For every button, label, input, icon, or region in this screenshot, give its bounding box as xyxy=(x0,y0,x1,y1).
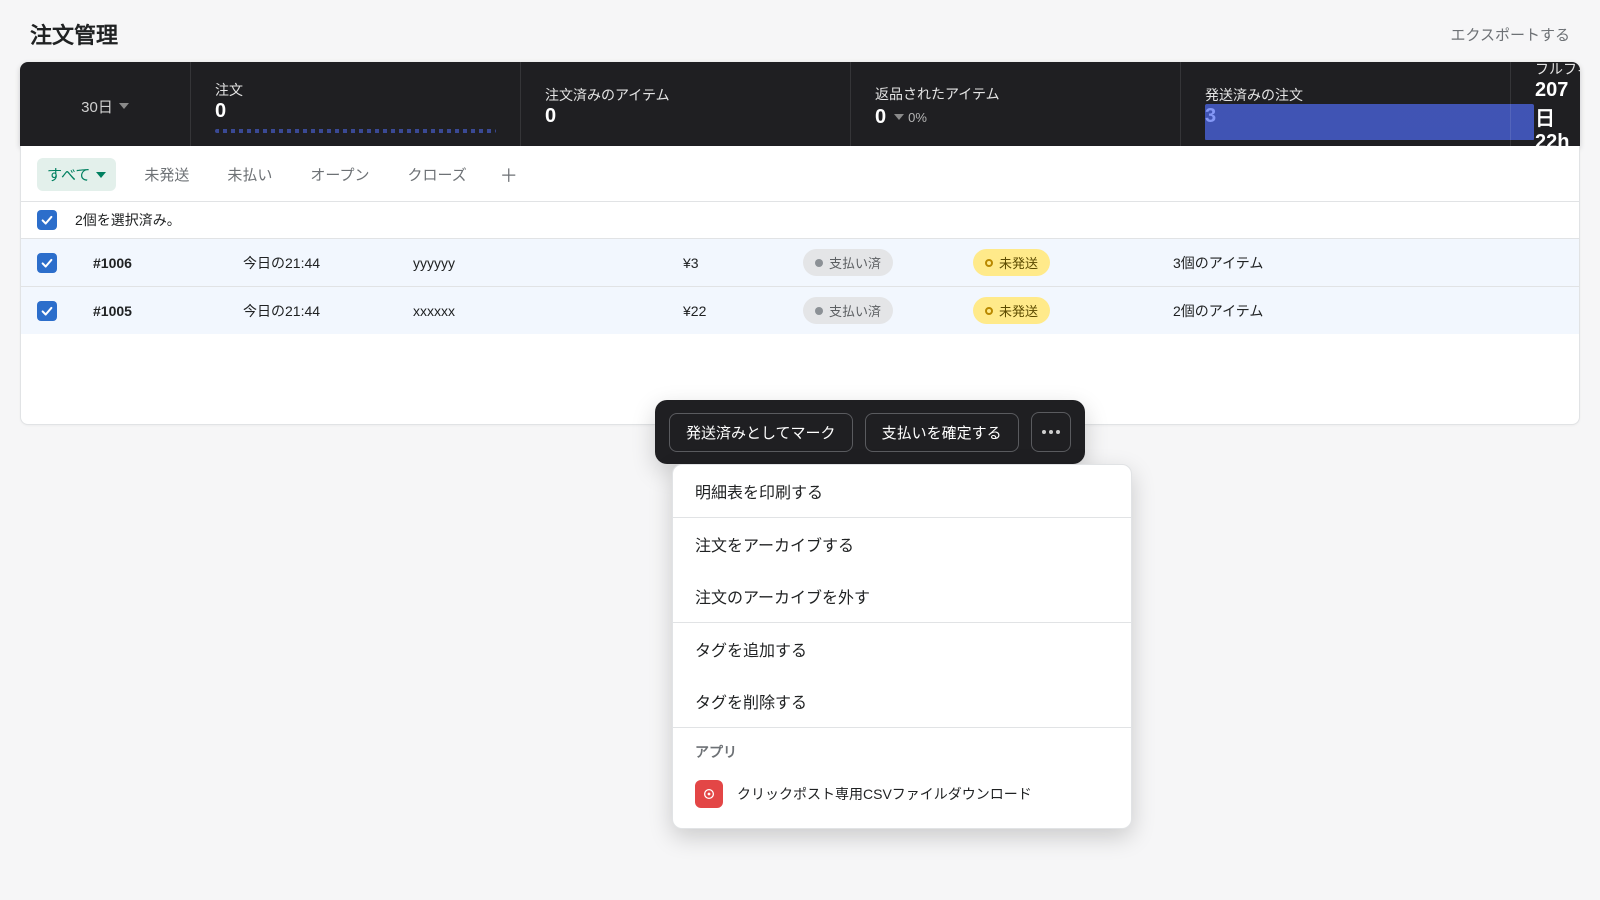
add-view-button[interactable]: ＋ xyxy=(495,161,523,189)
tab-unfulfilled[interactable]: 未発送 xyxy=(134,158,199,191)
badge-label: 支払い済 xyxy=(829,253,881,272)
row-checkbox[interactable] xyxy=(37,301,57,321)
order-items: 3個のアイテム xyxy=(1173,253,1563,273)
select-all-checkbox[interactable] xyxy=(37,210,57,230)
dots-icon xyxy=(1049,430,1053,434)
table-row[interactable]: #1005 今日の21:44 xxxxxx ¥22 支払い済 未発送 2個のアイ… xyxy=(21,286,1579,334)
stat-label: 返品されたアイテム xyxy=(875,84,1156,104)
clickpost-icon xyxy=(702,787,716,801)
menu-unarchive-orders[interactable]: 注文のアーカイブを外す xyxy=(673,570,1131,622)
stat-label: 注文済みのアイテム xyxy=(545,85,826,105)
period-selector[interactable]: 30日 xyxy=(20,62,190,146)
page-title: 注文管理 xyxy=(30,18,118,50)
stat-value: 0 xyxy=(215,100,496,123)
stat-label: 発送済みの注文 xyxy=(1205,85,1486,105)
row-checkbox[interactable] xyxy=(37,253,57,273)
export-button[interactable]: エクスポートする xyxy=(1450,24,1570,45)
mark-fulfilled-button[interactable]: 発送済みとしてマーク xyxy=(669,413,853,452)
tabs-row: すべて 未発送 未払い オープン クローズ ＋ xyxy=(21,146,1579,201)
menu-print-slips[interactable]: 明細表を印刷する xyxy=(673,465,1131,517)
tab-all[interactable]: すべて xyxy=(37,158,116,191)
menu-remove-tags[interactable]: タグを削除する xyxy=(673,675,1131,727)
order-customer: yyyyyy xyxy=(413,255,683,271)
status-ring-icon xyxy=(985,259,993,267)
order-id: #1005 xyxy=(93,303,243,319)
sparkline-bars xyxy=(1205,104,1534,140)
menu-add-tags[interactable]: タグを追加する xyxy=(673,623,1131,675)
fulfillment-status-badge: 未発送 xyxy=(973,297,1050,324)
order-time: 今日の21:44 xyxy=(243,253,413,273)
checkmark-icon xyxy=(40,304,54,318)
more-actions-menu: 明細表を印刷する 注文をアーカイブする 注文のアーカイブを外す タグを追加する … xyxy=(672,464,1132,829)
checkmark-icon xyxy=(40,213,54,227)
menu-archive-orders[interactable]: 注文をアーカイブする xyxy=(673,518,1131,570)
stat-returned-items[interactable]: 返品されたアイテム 0 0% xyxy=(850,62,1180,146)
order-amount: ¥3 xyxy=(683,255,803,271)
status-dot-icon xyxy=(815,307,823,315)
table-row[interactable]: #1006 今日の21:44 yyyyyy ¥3 支払い済 未発送 3個のアイテ… xyxy=(21,238,1579,286)
dots-icon xyxy=(1042,430,1046,434)
stat-pct: 0% xyxy=(908,110,927,125)
stat-label: フルフィルメント xyxy=(1535,62,1556,79)
menu-app-label: クリックポスト専用CSVファイルダウンロード xyxy=(737,784,1032,804)
stat-ordered-items[interactable]: 注文済みのアイテム 0 xyxy=(520,62,850,146)
payment-status-badge: 支払い済 xyxy=(803,297,893,324)
page-header: 注文管理 エクスポートする xyxy=(0,0,1600,62)
period-label: 30日 xyxy=(81,96,113,117)
stat-value: 207日 22h xyxy=(1535,79,1556,147)
stat-value: 0 xyxy=(875,106,886,129)
menu-apps-header: アプリ xyxy=(673,728,1131,768)
chevron-down-icon xyxy=(119,103,129,109)
orders-card: すべて 未発送 未払い オープン クローズ ＋ 2個を選択済み。 #1006 今… xyxy=(20,146,1580,425)
badge-label: 支払い済 xyxy=(829,301,881,320)
stat-label: 注文 xyxy=(215,80,496,100)
order-items: 2個のアイテム xyxy=(1173,301,1563,321)
selection-summary-row: 2個を選択済み。 xyxy=(21,201,1579,238)
order-customer: xxxxxx xyxy=(413,303,683,319)
menu-app-clickpost[interactable]: クリックポスト専用CSVファイルダウンロード xyxy=(673,768,1131,828)
capture-payment-button[interactable]: 支払いを確定する xyxy=(865,413,1019,452)
stats-bar: 30日 注文 0 注文済みのアイテム 0 返品されたアイテム 0 0% 発送済み… xyxy=(20,62,1580,146)
chevron-down-icon xyxy=(894,114,904,120)
stat-fulfillment-time[interactable]: フルフィルメント 207日 22h xyxy=(1510,62,1580,146)
badge-label: 未発送 xyxy=(999,301,1038,320)
more-actions-button[interactable] xyxy=(1031,412,1071,452)
tab-closed[interactable]: クローズ xyxy=(398,158,477,191)
checkmark-icon xyxy=(40,256,54,270)
bulk-action-bar: 発送済みとしてマーク 支払いを確定する xyxy=(655,400,1085,464)
status-ring-icon xyxy=(985,307,993,315)
badge-label: 未発送 xyxy=(999,253,1038,272)
stat-fulfilled-orders[interactable]: 発送済みの注文 3 xyxy=(1180,62,1510,146)
tab-unpaid[interactable]: 未払い xyxy=(217,158,282,191)
app-icon xyxy=(695,780,723,808)
order-time: 今日の21:44 xyxy=(243,301,413,321)
plus-icon: ＋ xyxy=(500,162,518,188)
order-amount: ¥22 xyxy=(683,303,803,319)
stat-value: 0 xyxy=(545,105,826,128)
chevron-down-icon xyxy=(96,172,106,178)
selection-count-text: 2個を選択済み。 xyxy=(75,210,181,230)
tab-label: すべて xyxy=(47,164,90,185)
payment-status-badge: 支払い済 xyxy=(803,249,893,276)
stat-orders[interactable]: 注文 0 xyxy=(190,62,520,146)
status-dot-icon xyxy=(815,259,823,267)
order-id: #1006 xyxy=(93,255,243,271)
dots-icon xyxy=(1056,430,1060,434)
fulfillment-status-badge: 未発送 xyxy=(973,249,1050,276)
tab-open[interactable]: オープン xyxy=(300,158,379,191)
sparkline xyxy=(215,129,496,133)
